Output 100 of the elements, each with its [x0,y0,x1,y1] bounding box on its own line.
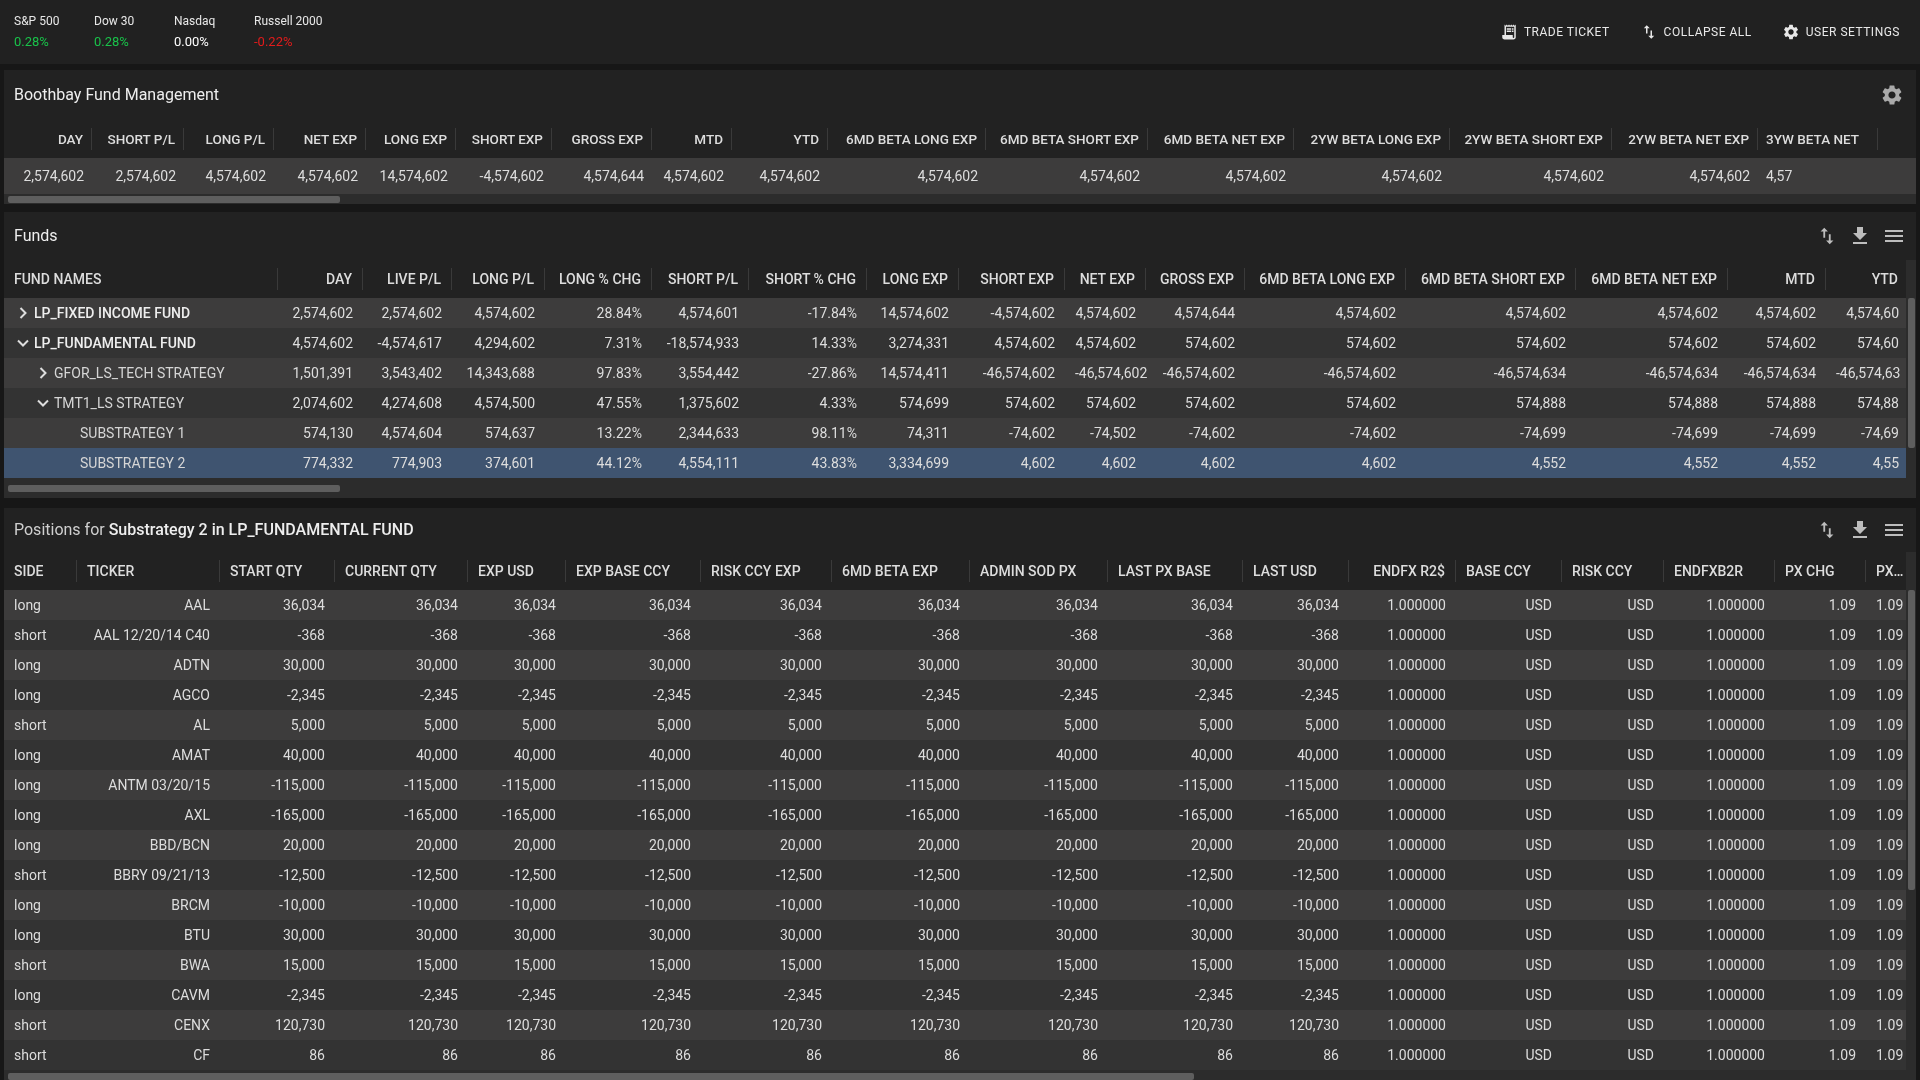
table-row[interactable]: LP_FUNDAMENTAL FUND 4,574,602 -4,574,617 4,294,602 7.31% -18,574,933 14.33% 3,274,331 4,574,602 4,574,602 574,602 574,602 574,602 574,602 574,602 574,60 [4,328,1906,358]
table-cell: -368 [1311,627,1339,643]
table-cell: USD [1627,927,1654,943]
table-cell: 1.09 [1876,837,1904,853]
column-header[interactable]: LONG % CHG [558,268,641,290]
column-header[interactable]: 2YW BETA NET EXP [1628,128,1749,150]
column-header[interactable]: PX… [1876,560,1904,582]
column-header[interactable]: SIDE [14,560,44,582]
column-header[interactable]: DAY [325,268,352,290]
column-header[interactable]: TICKER [87,560,135,582]
table-cell: 574,602 [1766,335,1816,351]
column-header[interactable]: ENDFX R2$ [1373,560,1445,582]
column-header[interactable]: ADMIN SOD PX [980,560,1077,582]
table-row[interactable]: LP_FIXED INCOME FUND 2,574,602 2,574,602 4,574,602 28.84% 4,574,601 -17.84% 14,574,602 -4,574,602 4,574,602 4,574,644 4,574,602 4,574,602 4,574,602 4,574,602 4,574,60 [4,298,1906,328]
table-cell: 40,000 [1190,747,1233,763]
index-change: -0.22% [254,33,294,52]
column-header[interactable]: YTD [1871,268,1898,290]
table-cell: -10,000 [510,897,556,913]
table-cell: 1.09 [1828,747,1856,763]
table-cell: -2,345 [1194,687,1233,703]
table-cell: 30,000 [513,927,556,943]
column-header[interactable]: YTD [793,128,819,150]
column-header[interactable]: CURRENT QTY [345,560,437,582]
scrollbar-thumb[interactable] [8,195,340,203]
table-cell: long [14,597,41,613]
scrollbar-thumb[interactable] [1907,590,1915,890]
table-cell: -2,345 [1059,687,1098,703]
column-header[interactable]: DAY [57,128,83,150]
column-header[interactable]: SHORT EXP [980,268,1054,290]
table-cell: 1.000000 [1706,597,1765,613]
column-header[interactable]: EXP USD [478,560,534,582]
table-cell: 98.11% [811,425,857,441]
column-header[interactable]: 3YW BETA NET [1766,128,1860,150]
table-cell: 1.000000 [1387,597,1446,613]
column-header[interactable]: BASE CCY [1466,560,1531,582]
table-cell: 4,57 [1766,168,1793,184]
table-row[interactable]: TMT1_LS STRATEGY 2,074,602 4,274,608 4,574,500 47.55% 1,375,602 4.33% 574,699 574,602 574,602 574,602 574,602 574,888 574,888 574,888 574,88 [4,388,1906,418]
scrollbar-thumb[interactable] [8,484,340,492]
table-cell: 1.09 [1828,837,1856,853]
column-header[interactable]: RISK CCY [1572,560,1633,582]
toolbar-button[interactable]: TRADE TICKET [1499,23,1610,41]
table-cell: -12,500 [645,867,691,883]
settings-icon[interactable] [1880,83,1904,107]
column-header[interactable]: MTD [1785,268,1815,290]
table-cell: 1.000000 [1387,1047,1446,1063]
table-cell: 5,000 [1198,717,1233,733]
column-header[interactable]: 6MD BETA SHORT EXP [1000,128,1139,150]
column-header[interactable]: NET EXP [303,128,357,150]
table-cell: -2,345 [286,687,325,703]
column-header[interactable]: SHORT EXP [471,128,543,150]
column-header[interactable]: SHORT P/L [107,128,175,150]
toolbar-button[interactable]: USER SETTINGS [1781,23,1900,41]
column-header[interactable]: 6MD BETA NET EXP [1163,128,1285,150]
table-cell: 20,000 [1296,837,1339,853]
table-cell: 2,574,602 [381,305,442,321]
column-header[interactable]: LAST USD [1253,560,1317,582]
column-header[interactable]: GROSS EXP [571,128,643,150]
table-cell: -12,500 [1052,867,1098,883]
table-cell: -115,000 [1285,777,1339,793]
column-header[interactable]: SHORT P/L [667,268,738,290]
table-cell: 4,552 [1531,455,1566,471]
toolbar-button[interactable]: COLLAPSE ALL [1639,23,1752,41]
table-cell: 30,000 [415,657,458,673]
table-cell: 30,000 [779,927,822,943]
table-row[interactable]: SUBSTRATEGY 1 574,130 4,574,604 574,637 13.22% 2,344,633 98.11% 74,311 -74,602 -74,502 -74,602 -74,602 -74,699 -74,699 -74,699 -74,69 [4,418,1906,448]
column-header[interactable]: MTD [694,128,723,150]
column-header[interactable]: 6MD BETA EXP [842,560,939,582]
table-row[interactable]: SUBSTRATEGY 2 774,332 774,903 374,601 44.12% 4,554,111 43.83% 3,334,699 4,602 4,602 4,602 4,602 4,552 4,552 4,552 4,55 [4,448,1906,478]
column-header[interactable]: EXP BASE CCY [576,560,670,582]
table-cell: 14,574,602 [379,168,448,184]
scrollbar-thumb[interactable] [1907,298,1915,448]
column-header[interactable]: FUND NAMES [14,268,102,290]
table-row[interactable]: GFOR_LS_TECH STRATEGY 1,501,391 3,543,402 14,343,688 97.83% 3,554,442 -27.86% 14,574,411 -46,574,602 -46,574,602 -46,574,602 -46,574,602 -46,574,634 -46,574,634 -46,574,634 -46,574,63 [4,358,1906,388]
table-cell: 1.09 [1828,687,1856,703]
column-header[interactable]: 6MD BETA LONG EXP [1259,268,1395,290]
column-header[interactable]: LAST PX BASE [1118,560,1211,582]
column-header[interactable]: LONG EXP [882,268,948,290]
column-header[interactable]: LIVE P/L [387,268,441,290]
column-header[interactable]: ENDFXB2R [1674,560,1744,582]
column-header[interactable]: LONG EXP [383,128,447,150]
column-header[interactable]: LONG P/L [472,268,534,290]
table-cell: long [14,927,41,943]
column-header[interactable]: PX CHG [1785,560,1835,582]
table-cell: 4,294,602 [474,335,535,351]
column-header[interactable]: GROSS EXP [1159,268,1234,290]
column-header[interactable]: START QTY [230,560,303,582]
column-header[interactable]: 2YW BETA LONG EXP [1310,128,1441,150]
table-cell: 1.09 [1828,627,1856,643]
column-header[interactable]: 2YW BETA SHORT EXP [1464,128,1603,150]
table-cell: CF [193,1047,210,1063]
table-cell: -165,000 [1285,807,1339,823]
column-header[interactable]: NET EXP [1079,268,1135,290]
column-header[interactable]: LONG P/L [205,128,265,150]
column-header[interactable]: 6MD BETA SHORT EXP [1420,268,1565,290]
column-header[interactable]: SHORT % CHG [765,268,856,290]
column-header[interactable]: 6MD BETA NET EXP [1591,268,1717,290]
table-cell: -74,699 [1770,425,1816,441]
column-header[interactable]: 6MD BETA LONG EXP [846,128,977,150]
column-header[interactable]: RISK CCY EXP [711,560,801,582]
scrollbar-thumb[interactable] [8,1072,1194,1080]
